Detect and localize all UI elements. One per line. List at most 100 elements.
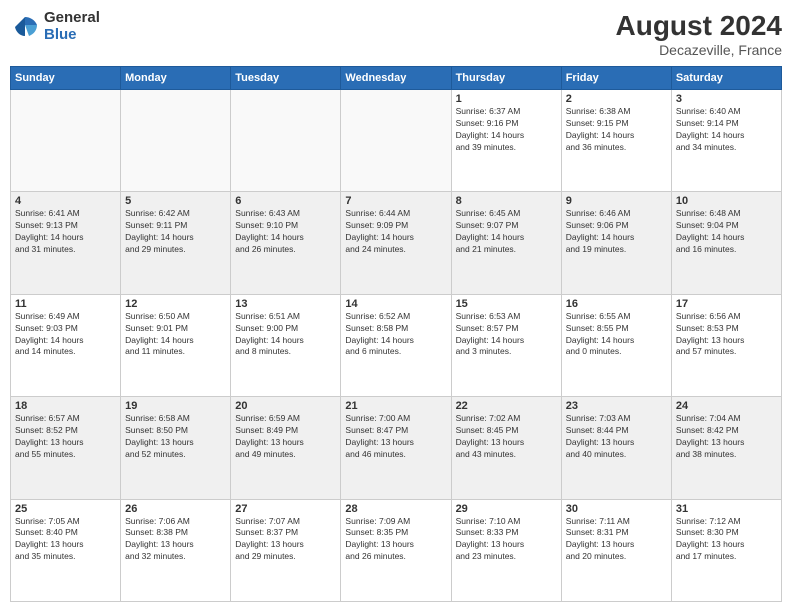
header-sunday: Sunday [11, 67, 121, 90]
calendar-cell: 14Sunrise: 6:52 AMSunset: 8:58 PMDayligh… [341, 294, 451, 396]
calendar-week-row-3: 11Sunrise: 6:49 AMSunset: 9:03 PMDayligh… [11, 294, 782, 396]
day-info: Sunrise: 7:10 AMSunset: 8:33 PMDaylight:… [456, 516, 557, 564]
calendar-cell: 13Sunrise: 6:51 AMSunset: 9:00 PMDayligh… [231, 294, 341, 396]
logo-text: General Blue [44, 10, 100, 43]
calendar-cell: 11Sunrise: 6:49 AMSunset: 9:03 PMDayligh… [11, 294, 121, 396]
day-number: 16 [566, 298, 667, 310]
calendar-cell: 20Sunrise: 6:59 AMSunset: 8:49 PMDayligh… [231, 397, 341, 499]
day-number: 27 [235, 503, 336, 515]
day-info: Sunrise: 7:02 AMSunset: 8:45 PMDaylight:… [456, 413, 557, 461]
day-number: 30 [566, 503, 667, 515]
day-number: 6 [235, 195, 336, 207]
day-number: 15 [456, 298, 557, 310]
day-number: 25 [15, 503, 116, 515]
calendar-week-row-5: 25Sunrise: 7:05 AMSunset: 8:40 PMDayligh… [11, 499, 782, 601]
day-info: Sunrise: 6:55 AMSunset: 8:55 PMDaylight:… [566, 311, 667, 359]
day-info: Sunrise: 6:59 AMSunset: 8:49 PMDaylight:… [235, 413, 336, 461]
title-block: August 2024 Decazeville, France [616, 10, 783, 58]
calendar-header-row: Sunday Monday Tuesday Wednesday Thursday… [11, 67, 782, 90]
logo-icon [10, 12, 40, 42]
day-info: Sunrise: 6:40 AMSunset: 9:14 PMDaylight:… [676, 106, 777, 154]
day-info: Sunrise: 6:45 AMSunset: 9:07 PMDaylight:… [456, 208, 557, 256]
calendar-cell: 21Sunrise: 7:00 AMSunset: 8:47 PMDayligh… [341, 397, 451, 499]
day-number: 13 [235, 298, 336, 310]
calendar-week-row-1: 1Sunrise: 6:37 AMSunset: 9:16 PMDaylight… [11, 90, 782, 192]
day-info: Sunrise: 7:06 AMSunset: 8:38 PMDaylight:… [125, 516, 226, 564]
header-thursday: Thursday [451, 67, 561, 90]
day-info: Sunrise: 6:43 AMSunset: 9:10 PMDaylight:… [235, 208, 336, 256]
day-info: Sunrise: 6:42 AMSunset: 9:11 PMDaylight:… [125, 208, 226, 256]
day-number: 18 [15, 400, 116, 412]
day-info: Sunrise: 6:51 AMSunset: 9:00 PMDaylight:… [235, 311, 336, 359]
calendar-cell [341, 90, 451, 192]
calendar-cell: 30Sunrise: 7:11 AMSunset: 8:31 PMDayligh… [561, 499, 671, 601]
calendar-week-row-4: 18Sunrise: 6:57 AMSunset: 8:52 PMDayligh… [11, 397, 782, 499]
day-info: Sunrise: 6:57 AMSunset: 8:52 PMDaylight:… [15, 413, 116, 461]
calendar-cell: 18Sunrise: 6:57 AMSunset: 8:52 PMDayligh… [11, 397, 121, 499]
day-number: 24 [676, 400, 777, 412]
calendar-cell: 19Sunrise: 6:58 AMSunset: 8:50 PMDayligh… [121, 397, 231, 499]
logo-general-text: General [44, 10, 100, 27]
day-number: 31 [676, 503, 777, 515]
calendar-cell: 28Sunrise: 7:09 AMSunset: 8:35 PMDayligh… [341, 499, 451, 601]
day-number: 5 [125, 195, 226, 207]
day-number: 29 [456, 503, 557, 515]
day-number: 17 [676, 298, 777, 310]
day-number: 11 [15, 298, 116, 310]
day-number: 26 [125, 503, 226, 515]
header-tuesday: Tuesday [231, 67, 341, 90]
calendar-week-row-2: 4Sunrise: 6:41 AMSunset: 9:13 PMDaylight… [11, 192, 782, 294]
day-info: Sunrise: 6:52 AMSunset: 8:58 PMDaylight:… [345, 311, 446, 359]
day-info: Sunrise: 6:38 AMSunset: 9:15 PMDaylight:… [566, 106, 667, 154]
calendar-cell: 29Sunrise: 7:10 AMSunset: 8:33 PMDayligh… [451, 499, 561, 601]
calendar-cell: 25Sunrise: 7:05 AMSunset: 8:40 PMDayligh… [11, 499, 121, 601]
calendar-cell: 16Sunrise: 6:55 AMSunset: 8:55 PMDayligh… [561, 294, 671, 396]
calendar-cell: 24Sunrise: 7:04 AMSunset: 8:42 PMDayligh… [671, 397, 781, 499]
header-wednesday: Wednesday [341, 67, 451, 90]
day-info: Sunrise: 6:56 AMSunset: 8:53 PMDaylight:… [676, 311, 777, 359]
day-info: Sunrise: 6:41 AMSunset: 9:13 PMDaylight:… [15, 208, 116, 256]
day-number: 8 [456, 195, 557, 207]
calendar-cell: 2Sunrise: 6:38 AMSunset: 9:15 PMDaylight… [561, 90, 671, 192]
calendar-cell: 6Sunrise: 6:43 AMSunset: 9:10 PMDaylight… [231, 192, 341, 294]
calendar-cell [231, 90, 341, 192]
day-info: Sunrise: 6:50 AMSunset: 9:01 PMDaylight:… [125, 311, 226, 359]
calendar-cell: 8Sunrise: 6:45 AMSunset: 9:07 PMDaylight… [451, 192, 561, 294]
day-number: 19 [125, 400, 226, 412]
page: General Blue August 2024 Decazeville, Fr… [0, 0, 792, 612]
day-info: Sunrise: 7:11 AMSunset: 8:31 PMDaylight:… [566, 516, 667, 564]
calendar-cell: 15Sunrise: 6:53 AMSunset: 8:57 PMDayligh… [451, 294, 561, 396]
calendar-cell: 9Sunrise: 6:46 AMSunset: 9:06 PMDaylight… [561, 192, 671, 294]
header: General Blue August 2024 Decazeville, Fr… [10, 10, 782, 58]
day-info: Sunrise: 7:04 AMSunset: 8:42 PMDaylight:… [676, 413, 777, 461]
day-info: Sunrise: 6:58 AMSunset: 8:50 PMDaylight:… [125, 413, 226, 461]
day-number: 3 [676, 93, 777, 105]
day-info: Sunrise: 7:12 AMSunset: 8:30 PMDaylight:… [676, 516, 777, 564]
day-info: Sunrise: 6:48 AMSunset: 9:04 PMDaylight:… [676, 208, 777, 256]
calendar-cell: 7Sunrise: 6:44 AMSunset: 9:09 PMDaylight… [341, 192, 451, 294]
calendar-cell: 3Sunrise: 6:40 AMSunset: 9:14 PMDaylight… [671, 90, 781, 192]
day-info: Sunrise: 6:53 AMSunset: 8:57 PMDaylight:… [456, 311, 557, 359]
calendar-cell: 1Sunrise: 6:37 AMSunset: 9:16 PMDaylight… [451, 90, 561, 192]
calendar-cell: 22Sunrise: 7:02 AMSunset: 8:45 PMDayligh… [451, 397, 561, 499]
location-subtitle: Decazeville, France [616, 42, 783, 58]
calendar-cell: 12Sunrise: 6:50 AMSunset: 9:01 PMDayligh… [121, 294, 231, 396]
calendar-cell: 5Sunrise: 6:42 AMSunset: 9:11 PMDaylight… [121, 192, 231, 294]
calendar-cell: 27Sunrise: 7:07 AMSunset: 8:37 PMDayligh… [231, 499, 341, 601]
day-number: 9 [566, 195, 667, 207]
day-info: Sunrise: 7:00 AMSunset: 8:47 PMDaylight:… [345, 413, 446, 461]
calendar-cell [11, 90, 121, 192]
day-number: 28 [345, 503, 446, 515]
header-monday: Monday [121, 67, 231, 90]
day-number: 22 [456, 400, 557, 412]
day-info: Sunrise: 6:37 AMSunset: 9:16 PMDaylight:… [456, 106, 557, 154]
day-number: 7 [345, 195, 446, 207]
calendar-cell: 23Sunrise: 7:03 AMSunset: 8:44 PMDayligh… [561, 397, 671, 499]
day-info: Sunrise: 7:03 AMSunset: 8:44 PMDaylight:… [566, 413, 667, 461]
day-number: 12 [125, 298, 226, 310]
day-number: 14 [345, 298, 446, 310]
day-number: 2 [566, 93, 667, 105]
header-saturday: Saturday [671, 67, 781, 90]
calendar-cell [121, 90, 231, 192]
day-number: 1 [456, 93, 557, 105]
